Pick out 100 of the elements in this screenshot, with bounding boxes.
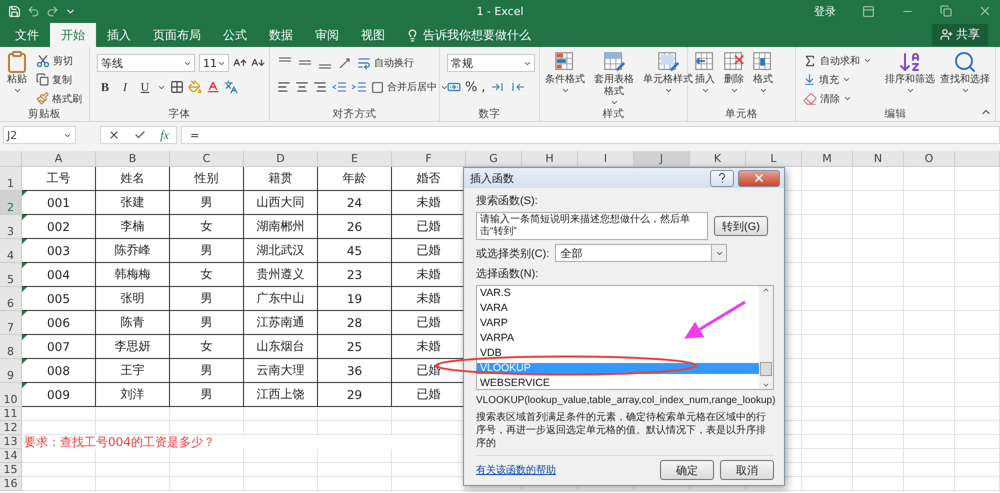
function-item[interactable]: VARPA (477, 333, 759, 344)
table-cell[interactable] (802, 359, 853, 383)
ribbon-options-icon[interactable] (862, 4, 875, 18)
ribbon-tab[interactable]: 插入 (96, 23, 142, 47)
help-link[interactable]: 有关该函数的帮助 (476, 463, 654, 477)
font-size-select[interactable]: 11 (199, 54, 229, 72)
row-header[interactable]: 10 (0, 383, 22, 407)
underline-button[interactable]: U (137, 80, 153, 94)
table-cell[interactable] (853, 311, 904, 335)
format-cells-button[interactable]: 格式 (750, 50, 776, 95)
redo-icon[interactable] (46, 4, 59, 18)
function-item[interactable]: VARA (477, 303, 759, 314)
help-button[interactable] (710, 170, 734, 186)
function-item[interactable]: VARP (477, 318, 759, 329)
bold-button[interactable]: B (97, 80, 113, 94)
table-cell[interactable] (955, 287, 1000, 311)
table-cell[interactable] (853, 421, 904, 435)
table-cell[interactable] (904, 359, 955, 383)
borders-icon[interactable] (170, 80, 184, 94)
table-cell[interactable] (853, 407, 904, 421)
restore-icon[interactable] (940, 5, 952, 17)
row-header[interactable]: 15 (0, 463, 22, 477)
column-header[interactable]: I (578, 151, 634, 167)
ribbon-tab[interactable]: 审阅 (304, 23, 350, 47)
table-cell[interactable] (802, 287, 853, 311)
close-icon[interactable] (978, 4, 992, 18)
row-header[interactable]: 8 (0, 335, 22, 359)
increase-indent-icon[interactable] (351, 80, 367, 94)
font-select[interactable]: 等线 (97, 54, 195, 72)
table-cell[interactable] (904, 421, 955, 435)
scrollbar[interactable] (759, 286, 773, 389)
table-cell[interactable] (96, 463, 170, 477)
column-header[interactable]: B (96, 151, 170, 167)
select-all-button[interactable] (0, 151, 22, 167)
table-cell[interactable] (853, 359, 904, 383)
row-header[interactable]: 12 (0, 421, 22, 435)
function-item[interactable]: WEBSERVICE (477, 378, 759, 389)
table-cell[interactable] (904, 335, 955, 359)
merge-center-button[interactable]: 合并后居中 (371, 78, 449, 96)
delete-cells-button[interactable]: 删除 (721, 50, 747, 95)
table-cell[interactable] (802, 449, 853, 463)
table-cell[interactable] (22, 421, 96, 435)
table-cell[interactable] (96, 449, 170, 463)
comma-button[interactable]: , (481, 80, 486, 94)
table-cell[interactable] (96, 477, 170, 491)
table-cell[interactable] (22, 463, 96, 477)
clear-button[interactable]: 清除 (803, 90, 881, 107)
table-cell[interactable] (802, 335, 853, 359)
wrap-text-button[interactable]: 自动换行 (357, 54, 414, 72)
table-cell[interactable] (244, 477, 318, 491)
table-cell[interactable] (318, 407, 392, 421)
enter-icon[interactable] (134, 129, 146, 141)
undo-icon[interactable] (27, 4, 40, 18)
table-cell[interactable] (318, 421, 392, 435)
cancel-button[interactable]: 取消 (720, 460, 774, 480)
format-painter-button[interactable]: 格式刷 (36, 90, 85, 107)
table-cell[interactable] (170, 477, 244, 491)
ribbon-tab[interactable]: 数据 (258, 23, 304, 47)
column-header[interactable]: F (392, 151, 466, 167)
table-cell[interactable] (802, 383, 853, 407)
font-color-icon[interactable] (206, 80, 220, 94)
find-select-button[interactable]: 查找和选择 (939, 50, 991, 95)
table-cell[interactable] (244, 449, 318, 463)
table-cell[interactable] (802, 463, 853, 477)
conditional-format-button[interactable]: 条件格式 (544, 50, 586, 95)
table-cell[interactable] (955, 311, 1000, 335)
table-cell[interactable] (96, 407, 170, 421)
table-cell[interactable] (22, 449, 96, 463)
sign-in-link[interactable]: 登录 (814, 4, 836, 18)
table-cell[interactable] (904, 463, 955, 477)
search-field[interactable]: 请输入一条简短说明来描述您想做什么，然后单击“转到” (476, 212, 708, 240)
ribbon-tab[interactable]: 文件 (4, 23, 50, 47)
name-box[interactable]: J2 (3, 126, 76, 144)
column-header[interactable]: L (746, 151, 802, 167)
number-format-select[interactable]: 常规 (447, 54, 535, 72)
column-header[interactable]: H (522, 151, 578, 167)
table-cell[interactable] (853, 477, 904, 491)
row-header[interactable]: 14 (0, 449, 22, 463)
ribbon-tab[interactable]: 开始 (50, 23, 96, 47)
table-cell[interactable] (853, 335, 904, 359)
table-cell[interactable] (22, 477, 96, 491)
table-cell[interactable] (853, 191, 904, 215)
table-cell[interactable] (904, 407, 955, 421)
scroll-up-icon[interactable] (762, 286, 770, 294)
insert-function-button[interactable]: fx (160, 128, 169, 142)
phonetic-icon[interactable] (224, 80, 238, 94)
table-cell[interactable] (955, 383, 1000, 407)
row-header[interactable]: 11 (0, 407, 22, 421)
ribbon-tab[interactable]: 页面布局 (142, 23, 212, 47)
column-header[interactable]: C (170, 151, 244, 167)
table-cell[interactable] (802, 407, 853, 421)
column-header[interactable]: O (904, 151, 955, 167)
table-cell[interactable] (904, 191, 955, 215)
align-right-icon[interactable] (313, 80, 327, 94)
table-cell[interactable] (244, 421, 318, 435)
table-cell[interactable] (904, 449, 955, 463)
table-cell[interactable] (802, 215, 853, 239)
scroll-down-icon[interactable] (762, 381, 770, 389)
column-header[interactable]: K (690, 151, 746, 167)
table-cell[interactable] (318, 477, 392, 491)
